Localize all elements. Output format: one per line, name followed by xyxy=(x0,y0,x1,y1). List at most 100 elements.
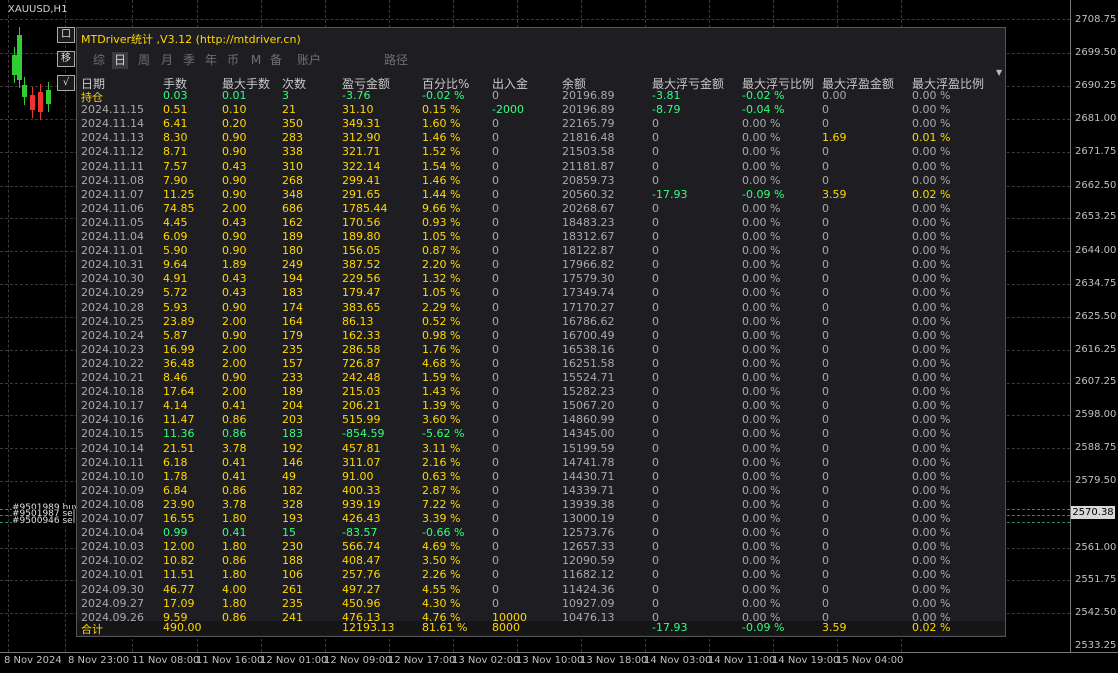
check-icon[interactable]: √ xyxy=(57,75,75,91)
window-icon[interactable]: 口 xyxy=(57,27,75,43)
table-cell: 0.00 % xyxy=(912,371,951,384)
row-date: 2024.11.05 xyxy=(81,215,144,229)
table-cell: 1.52 % xyxy=(422,145,461,159)
table-cell: 3.50 % xyxy=(422,554,461,568)
table-cell: 0 xyxy=(652,215,659,229)
symbol-label: XAUUSD,H1 xyxy=(8,4,68,15)
tab-9[interactable]: 账户 xyxy=(291,52,327,69)
price-label: 2662.50 xyxy=(1075,180,1117,191)
tab-7[interactable]: M xyxy=(248,52,264,69)
table-cell: 0.00 % xyxy=(912,540,951,554)
table-cell: 0.00 % xyxy=(742,314,781,328)
table-cell: 0.10 xyxy=(222,103,247,117)
table-cell: 4.91 xyxy=(163,272,188,286)
table-cell: 350 xyxy=(282,117,303,131)
row-date: 2024.11.13 xyxy=(81,131,144,145)
row-date: 2024.10.15 xyxy=(81,427,144,441)
price-label: 2690.25 xyxy=(1075,80,1117,91)
table-cell: 242.48 xyxy=(342,371,381,384)
table-cell: 3.78 xyxy=(222,441,247,455)
table-cell: -0.04 % xyxy=(742,103,785,117)
table-cell: -0.02 % xyxy=(742,89,785,102)
total-cell: 合计 xyxy=(81,623,103,636)
table-cell: 2.20 % xyxy=(422,258,461,272)
tab-6[interactable]: 币 xyxy=(225,52,241,69)
table-cell: 7.90 xyxy=(163,173,188,187)
scroll-down-icon[interactable]: ▼ xyxy=(996,68,1002,77)
table-cell: 0 xyxy=(822,145,829,159)
row-date: 2024.10.24 xyxy=(81,328,144,342)
tab-2[interactable]: 周 xyxy=(136,52,152,69)
table-cell: 0 xyxy=(822,596,829,610)
tab-1[interactable]: 日 xyxy=(112,52,128,69)
stats-panel[interactable]: MTDriver统计 ,V3.12 (http://mtdriver.cn) 综… xyxy=(76,27,1006,637)
table-cell: -5.62 % xyxy=(422,427,465,441)
table-cell: 0.86 xyxy=(222,427,247,441)
table-cell: 261 xyxy=(282,582,303,596)
table-cell: 5.72 xyxy=(163,286,188,300)
table-cell: 349.31 xyxy=(342,117,381,131)
table-cell: 15524.71 xyxy=(562,371,615,384)
table-cell: 0.00 % xyxy=(912,483,951,497)
table-cell: 3.39 % xyxy=(422,512,461,525)
price-label: 2616.25 xyxy=(1075,344,1117,355)
table-cell: 0.00 % xyxy=(912,173,951,187)
table-cell: 0.00 % xyxy=(742,596,781,610)
table-cell: 0.00 % xyxy=(912,582,951,596)
candle xyxy=(17,35,22,80)
table-cell: 6.09 xyxy=(163,230,188,243)
price-label: 2533.25 xyxy=(1075,640,1117,651)
table-cell: 0.00 % xyxy=(912,159,951,173)
table-cell: 0.20 xyxy=(222,117,247,131)
table-cell: 1.39 % xyxy=(422,399,461,413)
table-cell: 0 xyxy=(652,512,659,525)
tab-10[interactable]: 路径 xyxy=(381,52,411,69)
table-cell: 17966.82 xyxy=(562,258,615,272)
table-cell: 156.05 xyxy=(342,244,381,258)
tab-3[interactable]: 月 xyxy=(159,52,175,69)
tab-4[interactable]: 季 xyxy=(181,52,197,69)
table-cell: 1785.44 xyxy=(342,201,388,215)
table-cell: 9.64 xyxy=(163,258,188,272)
table-cell: 146 xyxy=(282,455,303,469)
table-cell: 0.90 xyxy=(222,131,247,145)
time-label: 14 Nov 19:00 xyxy=(772,655,840,666)
table-cell: 0.00 % xyxy=(912,497,951,511)
table-cell: 11682.12 xyxy=(562,568,615,582)
table-cell: 0 xyxy=(822,103,829,117)
table-cell: 0.00 % xyxy=(742,131,781,145)
table-cell: 268 xyxy=(282,173,303,187)
table-cell: 0 xyxy=(652,356,659,370)
table-cell: 0 xyxy=(652,173,659,187)
table-cell: 0 xyxy=(492,159,499,173)
table-cell: 0 xyxy=(492,187,499,201)
table-cell: 0 xyxy=(492,272,499,286)
table-cell: 0 xyxy=(492,427,499,441)
row-date: 2024.10.29 xyxy=(81,286,144,300)
tab-8[interactable]: 备 xyxy=(268,52,284,69)
table-cell: 0 xyxy=(652,455,659,469)
table-cell: 11.25 xyxy=(163,187,195,201)
move-icon[interactable]: 移 xyxy=(57,51,75,67)
table-cell: 0.43 xyxy=(222,215,247,229)
table-cell: 46.77 xyxy=(163,582,195,596)
table-cell: -83.57 xyxy=(342,526,378,540)
tab-5[interactable]: 年 xyxy=(203,52,219,69)
time-label: 13 Nov 18:00 xyxy=(580,655,648,666)
table-cell: 1.43 % xyxy=(422,385,461,399)
table-cell: 0.00 % xyxy=(912,413,951,427)
table-cell: 322.14 xyxy=(342,159,381,173)
table-cell: 21.51 xyxy=(163,441,195,455)
table-cell: 2.29 % xyxy=(422,300,461,314)
total-cell: -17.93 xyxy=(652,621,688,634)
row-date: 2024.10.30 xyxy=(81,272,144,286)
table-cell: 0.00 % xyxy=(742,356,781,370)
table-cell: 0 xyxy=(492,568,499,582)
table-cell: 3.78 xyxy=(222,497,247,511)
table-cell: 21816.48 xyxy=(562,131,615,145)
table-cell: 0 xyxy=(492,371,499,384)
table-cell: 0.99 xyxy=(163,526,188,540)
table-cell: 0.00 % xyxy=(912,201,951,215)
table-cell: 0.00 % xyxy=(742,300,781,314)
tab-0[interactable]: 综 xyxy=(91,52,107,69)
